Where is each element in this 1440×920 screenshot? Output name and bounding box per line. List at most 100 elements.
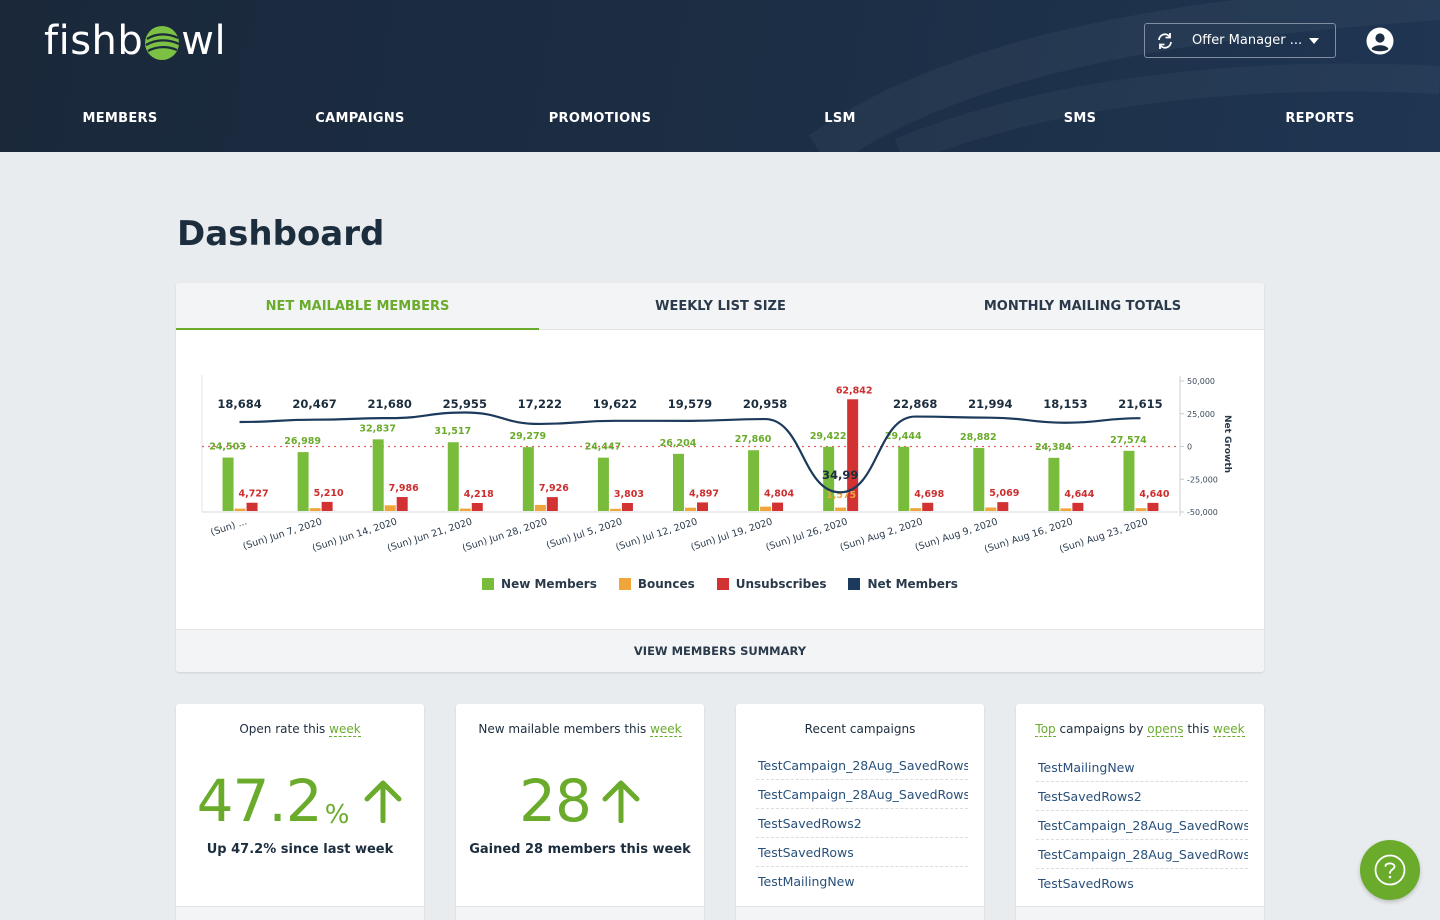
nav-reports[interactable]: REPORTS [1200,104,1440,134]
top-campaigns-widget: Top campaigns by opens this week TestMai… [1016,704,1264,920]
legend-swatch [482,578,495,590]
data-label-unsubscribes: 5,210 [314,488,344,499]
bar-unsubscribes [772,502,784,511]
nav-lsm[interactable]: LSM [720,104,960,134]
fishbowl-logo[interactable]: fishb wl [44,18,226,64]
data-label-net-members: 18,153 [1043,397,1087,411]
bar-new-members [748,450,760,511]
tab-net-mailable-members[interactable]: NET MAILABLE MEMBERS [176,283,539,330]
campaign-link[interactable]: TestMailingNew [1036,753,1248,782]
widget-title: Top campaigns by opens this week [1016,722,1264,737]
bar-unsubscribes [546,497,558,511]
legend-item-bounces[interactable]: Bounces [618,577,695,591]
data-label-new-members: 31,517 [434,426,471,437]
widget-title-text: Open rate this [239,722,326,736]
open-rate-value: 47.2 % [176,766,424,836]
caret-down-icon [1309,37,1319,44]
campaign-link[interactable]: TestCampaign_28Aug_SavedRows [1036,811,1248,840]
campaign-link[interactable]: TestSavedRows [1036,869,1248,898]
page-title: Dashboard [177,214,385,254]
account-selector[interactable]: Offer Manager ... [1144,23,1336,58]
bar-bounces [1135,508,1147,511]
bar-bounces [835,507,847,511]
widget-title-text: New mailable members this [478,722,647,736]
nav-promotions[interactable]: PROMOTIONS [480,104,720,134]
campaign-link[interactable]: TestSavedRows2 [756,809,968,838]
bar-unsubscribes [997,502,1009,511]
user-circle-icon[interactable] [1366,27,1394,55]
y2-tick-label: -50,000 [1187,508,1218,517]
bar-bounces [685,507,696,511]
y2-tick-label: 50,000 [1187,377,1215,386]
period-link[interactable]: week [329,722,361,737]
legend-item-unsubscribes[interactable]: Unsubscribes [716,577,826,591]
data-label-unsubscribes: 3,803 [614,489,644,500]
legend-swatch [618,578,631,590]
data-label-net-members: 21,615 [1118,397,1162,411]
legend-swatch [716,578,729,590]
campaign-link[interactable]: TestCampaign_28Aug_SavedRows... [756,751,968,780]
legend-label: Net Members [867,577,958,591]
tab-monthly-mailing-totals[interactable]: MONTHLY MAILING TOTALS [901,283,1264,330]
tab-weekly-list-size[interactable]: WEEKLY LIST SIZE [539,283,902,330]
data-label-new-members: 26,989 [284,436,321,447]
legend-swatch [848,578,861,590]
campaign-link[interactable]: TestMailingNew [756,867,968,896]
view-members-summary-button[interactable]: VIEW MEMBERS SUMMARY [176,629,1264,672]
campaign-link[interactable]: TestSavedRows2 [1036,782,1248,811]
x-tick-label: (Sun) Jun 14, 2020 [311,516,399,554]
period-link[interactable]: week [1213,722,1245,737]
bar-bounces [910,508,922,511]
logo-text-right: wl [181,18,227,64]
bar-new-members [372,439,384,511]
x-tick-label: (Sun) Jul 26, 2020 [765,516,850,553]
campaign-link[interactable]: TestCampaign_28Aug_SavedRows... [1036,840,1248,869]
new-members-number: 28 [519,767,592,835]
bar-unsubscribes [1147,502,1159,511]
legend-item-net-members[interactable]: Net Members [848,577,958,591]
x-tick-label: (Sun) ... [209,516,248,538]
data-label-new-members: 27,574 [1110,435,1147,446]
arrow-up-icon [364,780,402,823]
legend-label: Bounces [637,577,695,591]
nav-sms[interactable]: SMS [960,104,1200,134]
widget-footer [736,906,984,920]
y2-tick-label: 25,000 [1187,410,1215,419]
bar-unsubscribes [697,502,708,511]
bar-bounces [985,507,997,511]
bar-new-members [447,442,459,511]
nav-campaigns[interactable]: CAMPAIGNS [240,104,480,134]
data-label-unsubscribes: 7,986 [389,483,419,494]
legend-item-new-members[interactable]: New Members [482,577,597,591]
data-label-new-members: 24,447 [585,442,622,453]
data-label-net-members: 19,579 [668,397,712,411]
data-label-new-members: 27,860 [735,434,772,445]
refresh-icon [1158,32,1172,49]
period-link[interactable]: week [650,722,682,737]
open-rate-widget: Open rate this week 47.2 % Up 47.2% sinc… [176,704,424,920]
help-button[interactable] [1360,840,1420,900]
widget-footer [1016,906,1264,920]
bar-bounces [534,504,546,511]
bar-new-members [973,447,985,511]
widget-title: Open rate this week [176,722,424,737]
percent-unit: % [324,800,350,830]
nav-members[interactable]: MEMBERS [0,104,240,134]
bar-unsubscribes [1072,502,1084,511]
bar-new-members [297,452,309,511]
metric-link[interactable]: opens [1147,722,1184,737]
top-link[interactable]: Top [1035,722,1056,737]
campaign-link[interactable]: TestCampaign_28Aug_SavedRows [756,780,968,809]
bar-unsubscribes [621,503,633,511]
data-label-unsubscribes: 62,842 [836,385,873,396]
data-label-net-members: 21,994 [968,397,1012,411]
y2-tick-label: -25,000 [1187,475,1218,484]
bar-bounces [384,505,396,511]
data-label-net-members: 25,955 [443,397,487,411]
bar-new-members [673,453,684,511]
bar-unsubscribes [396,497,408,511]
new-members-value: 28 [456,766,704,836]
campaign-link[interactable]: TestSavedRows [756,838,968,867]
question-circle-icon [1374,854,1406,886]
bar-bounces [234,508,246,511]
